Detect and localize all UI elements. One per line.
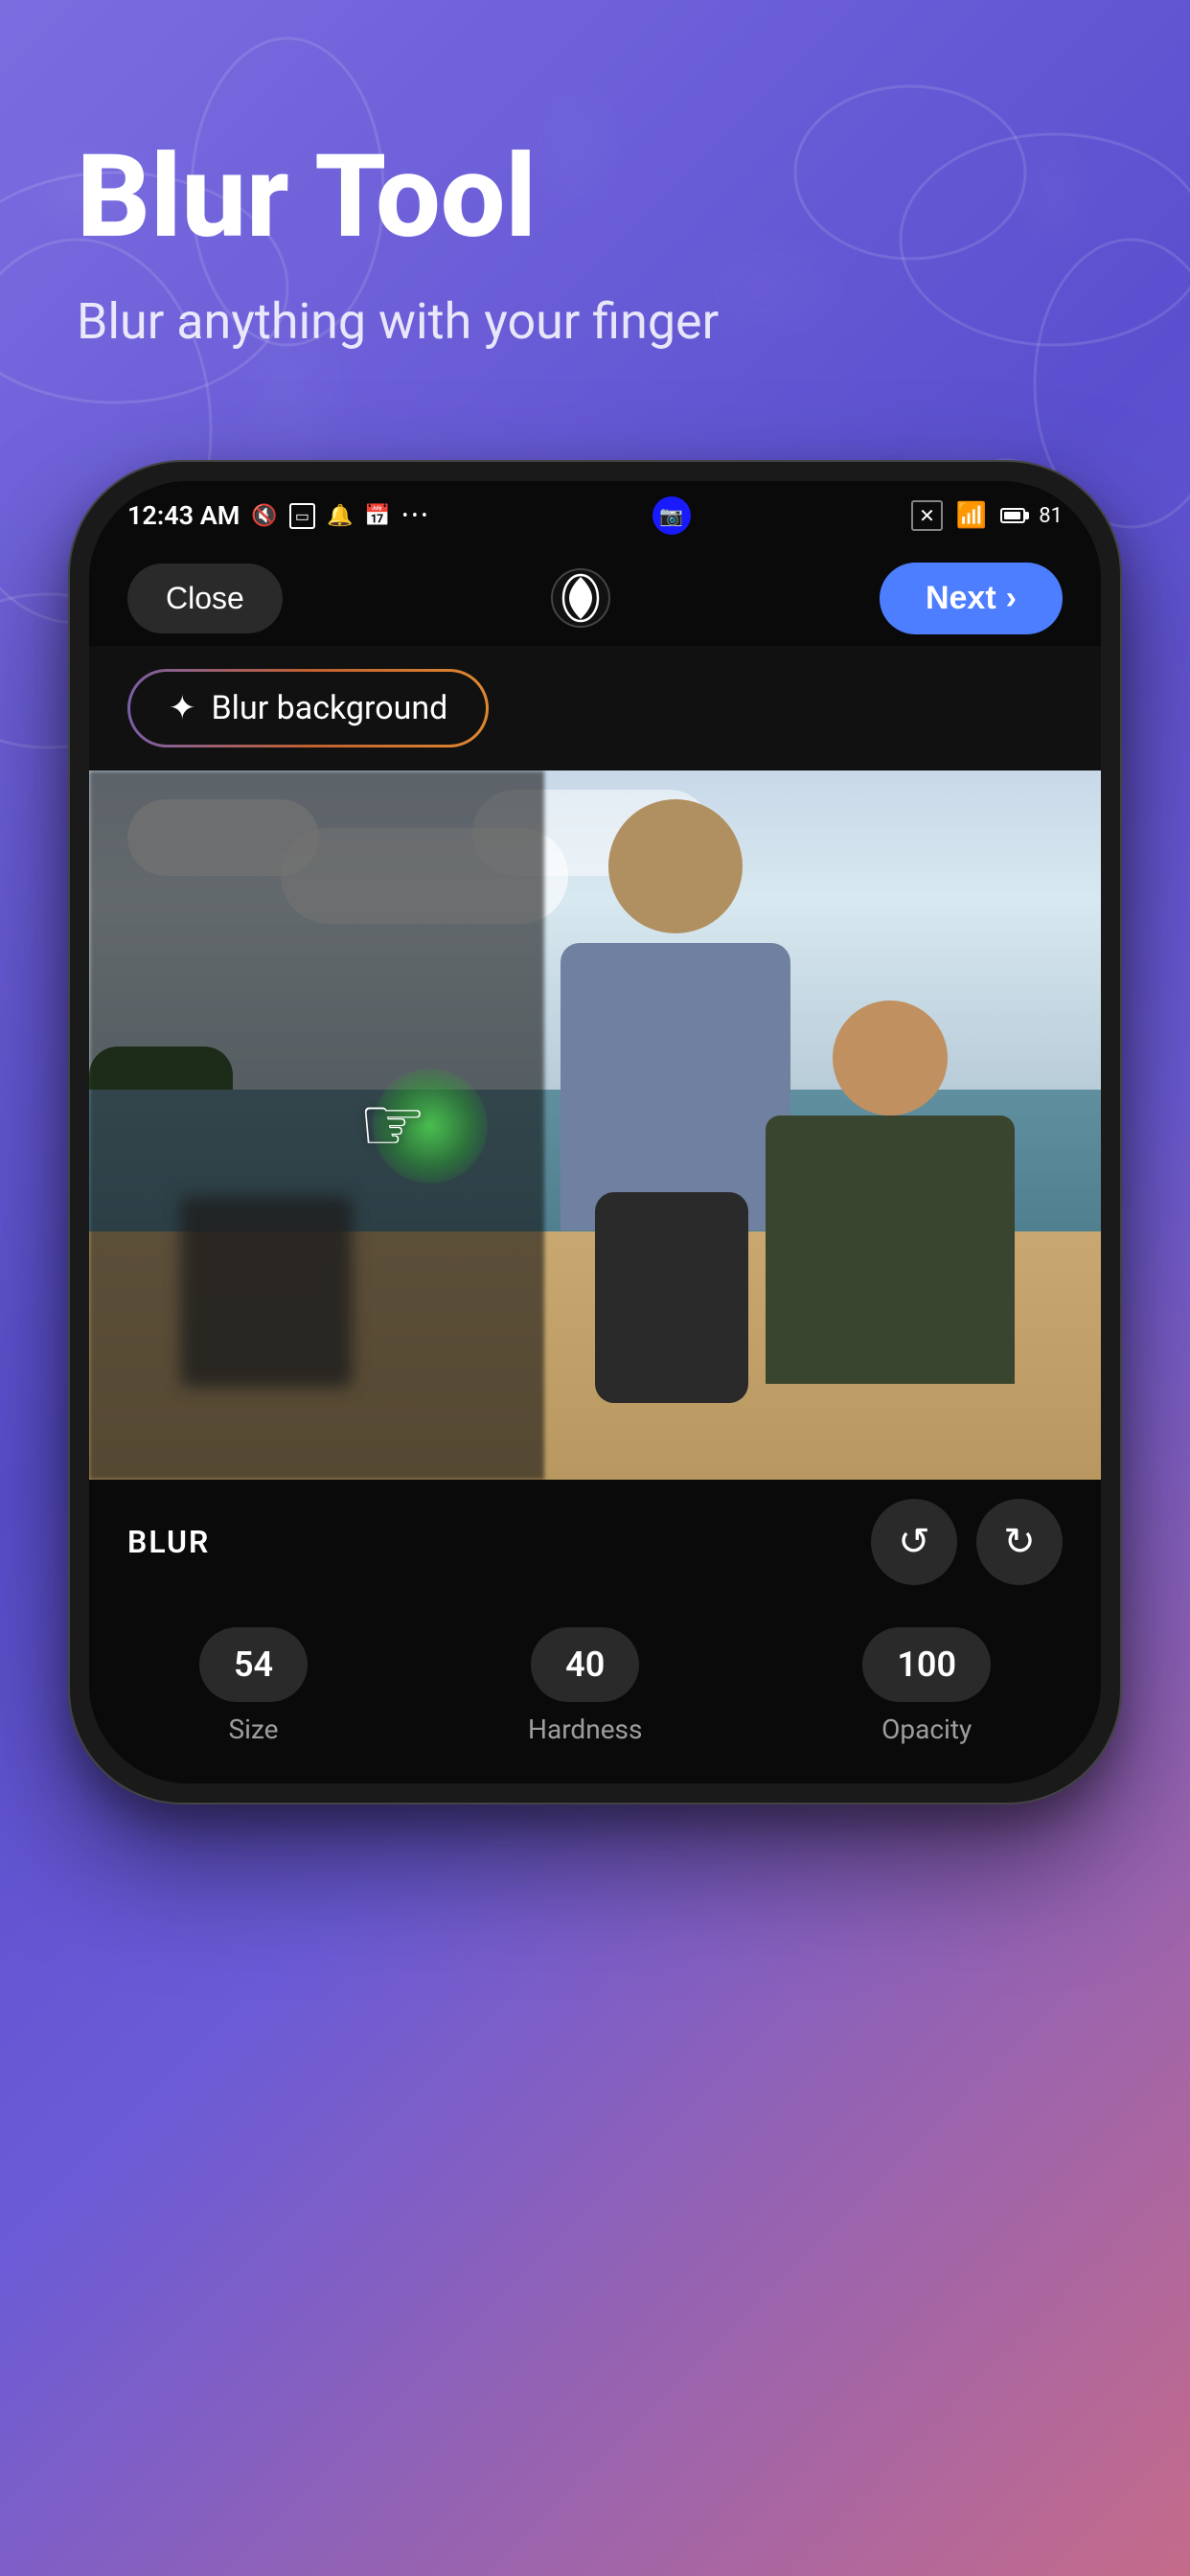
camera-dot: 📷 <box>652 496 691 535</box>
opacity-label: Opacity <box>881 1714 972 1745</box>
person-front-head <box>833 1000 948 1116</box>
sparkle-icon: ✦ <box>169 689 196 727</box>
person-back-head <box>608 799 743 933</box>
dots-icon: ••• <box>402 506 431 526</box>
tool-actions: ↺ ↻ <box>871 1499 1063 1585</box>
size-value: 54 <box>199 1627 308 1702</box>
undo-icon: ↺ <box>898 1520 930 1564</box>
opacity-slider[interactable]: 100 Opacity <box>862 1627 991 1745</box>
status-bar: 12:43 AM 🔇 ▭ 🔔 📅 ••• 📷 ✕ 📶 <box>89 481 1101 550</box>
person-front <box>756 1000 1024 1384</box>
finger-cursor-icon: ☞ <box>358 1080 427 1170</box>
screen-icon: ▭ <box>289 503 315 529</box>
phone-mockup: 12:43 AM 🔇 ▭ 🔔 📅 ••• 📷 ✕ 📶 <box>68 460 1122 1805</box>
opacity-value: 100 <box>862 1627 991 1702</box>
header-section: Blur Tool Blur anything with your finger <box>0 0 1190 355</box>
size-label: Size <box>229 1714 279 1745</box>
hardness-slider[interactable]: 40 Hardness <box>528 1627 642 1745</box>
calendar-icon: 📅 <box>364 504 390 528</box>
next-button[interactable]: Next › <box>880 563 1063 634</box>
status-time: 12:43 AM <box>127 500 240 531</box>
active-tool-label: BLUR <box>127 1524 210 1560</box>
hardness-value: 40 <box>531 1627 639 1702</box>
undo-button[interactable]: ↺ <box>871 1499 957 1585</box>
battery-icon <box>1000 508 1025 523</box>
x-icon: ✕ <box>911 500 943 531</box>
battery-percent: 81 <box>1039 504 1063 528</box>
status-left: 12:43 AM 🔇 ▭ 🔔 📅 ••• <box>127 500 431 531</box>
redo-button[interactable]: ↻ <box>976 1499 1063 1585</box>
app-logo <box>550 567 611 629</box>
mute-icon: 🔇 <box>251 504 277 528</box>
bell-icon: 🔔 <box>327 504 353 528</box>
next-chevron-icon: › <box>1006 580 1017 617</box>
bottom-tool-bar: BLUR ↺ ↻ <box>89 1480 1101 1604</box>
backpack <box>595 1192 748 1403</box>
blur-background-button[interactable]: ✦ Blur background <box>127 669 489 748</box>
top-action-bar: Close Next › <box>89 550 1101 646</box>
sliders-section: 54 Size 40 Hardness 100 Opacity <box>89 1604 1101 1783</box>
hardness-label: Hardness <box>528 1714 642 1745</box>
page-title: Blur Tool <box>77 134 1113 261</box>
size-slider[interactable]: 54 Size <box>199 1627 308 1745</box>
status-right: ✕ 📶 81 <box>911 500 1063 531</box>
tool-selection-bar: ✦ Blur background <box>89 646 1101 770</box>
redo-icon: ↻ <box>1003 1520 1036 1564</box>
page-subtitle: Blur anything with your finger <box>77 289 1113 355</box>
photo-editing-area[interactable]: ☞ <box>89 770 1101 1480</box>
phone-outer-shell: 12:43 AM 🔇 ▭ 🔔 📅 ••• 📷 ✕ 📶 <box>68 460 1122 1805</box>
wifi-icon: 📶 <box>956 501 987 530</box>
close-button[interactable]: Close <box>127 564 283 633</box>
photo-scene: ☞ <box>89 770 1101 1480</box>
page-content: Blur Tool Blur anything with your finger… <box>0 0 1190 2576</box>
person-front-body <box>766 1116 1015 1384</box>
phone-screen: 12:43 AM 🔇 ▭ 🔔 📅 ••• 📷 ✕ 📶 <box>89 481 1101 1783</box>
